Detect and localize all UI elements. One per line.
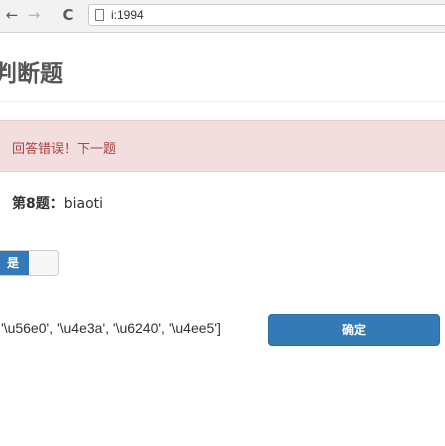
toggle-yes-option[interactable]: 是 xyxy=(0,251,29,275)
browser-toolbar: ← → C i:1994 xyxy=(0,0,445,33)
toggle-no-option[interactable] xyxy=(29,251,58,275)
address-bar[interactable]: i:1994 xyxy=(88,4,445,26)
page-title: 判断题 xyxy=(0,61,63,87)
question-text: biaoti xyxy=(63,196,104,212)
reload-icon[interactable]: C xyxy=(58,5,78,25)
question-number: 第8题： xyxy=(12,196,64,212)
forward-arrow-icon[interactable]: → xyxy=(24,5,44,25)
yes-no-toggle[interactable]: 是 xyxy=(0,250,59,276)
alert-message[interactable]: 回答错误！下一题 xyxy=(12,138,116,157)
address-url: i:1994 xyxy=(111,8,144,22)
divider xyxy=(0,101,445,102)
page-icon xyxy=(95,9,104,21)
question-line: 第8题：biaoti xyxy=(12,193,103,213)
error-alert: 回答错误！下一题 xyxy=(0,120,445,172)
answer-text: '\u56e0', '\u4e3a', '\u6240', '\u4ee5'] xyxy=(1,320,221,336)
confirm-button[interactable]: 确定 xyxy=(268,314,440,346)
back-arrow-icon[interactable]: ← xyxy=(2,5,22,25)
